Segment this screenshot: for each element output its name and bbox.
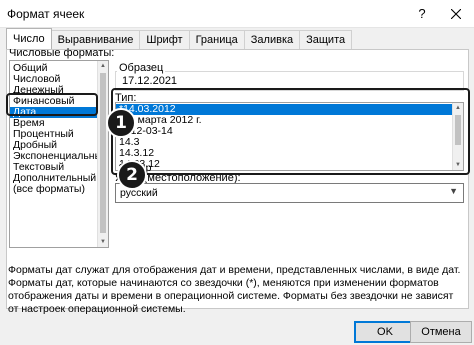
category-list[interactable]: Общий Числовой Денежный Финансовый Дата … bbox=[9, 60, 109, 248]
close-button[interactable] bbox=[438, 0, 474, 27]
cancel-button[interactable]: Отмена bbox=[410, 321, 472, 343]
sample-value: 17.12.2021 bbox=[122, 75, 178, 87]
annotation-badge-1: 1 bbox=[106, 108, 136, 138]
scroll-thumb[interactable] bbox=[100, 73, 106, 233]
tab-border[interactable]: Граница bbox=[188, 30, 245, 49]
description-text: Форматы дат служат для отображения дат и… bbox=[8, 264, 461, 315]
tab-number[interactable]: Число bbox=[6, 28, 52, 49]
category-scrollbar[interactable]: ▲ ▼ bbox=[97, 61, 108, 247]
tab-protection[interactable]: Защита bbox=[299, 30, 353, 49]
sample-label: Образец bbox=[117, 62, 166, 74]
chevron-down-icon: ▼ bbox=[449, 186, 458, 196]
scroll-down-icon[interactable]: ▼ bbox=[99, 238, 107, 246]
category-item[interactable]: (все форматы) bbox=[10, 184, 108, 195]
ok-button[interactable]: OK bbox=[354, 321, 416, 343]
tab-font[interactable]: Шрифт bbox=[139, 30, 190, 49]
annotation-badge-2: 2 bbox=[117, 160, 147, 190]
highlight-category-date bbox=[6, 93, 98, 116]
window-title: Формат ячеек bbox=[7, 7, 85, 21]
title-bar: Формат ячеек ? bbox=[0, 0, 474, 28]
help-button[interactable]: ? bbox=[410, 0, 434, 27]
highlight-type-list bbox=[111, 88, 470, 175]
scroll-up-icon[interactable]: ▲ bbox=[99, 62, 107, 70]
locale-select[interactable]: русский ▼ bbox=[115, 183, 464, 203]
close-icon bbox=[451, 8, 461, 19]
tab-fill[interactable]: Заливка bbox=[243, 30, 301, 49]
